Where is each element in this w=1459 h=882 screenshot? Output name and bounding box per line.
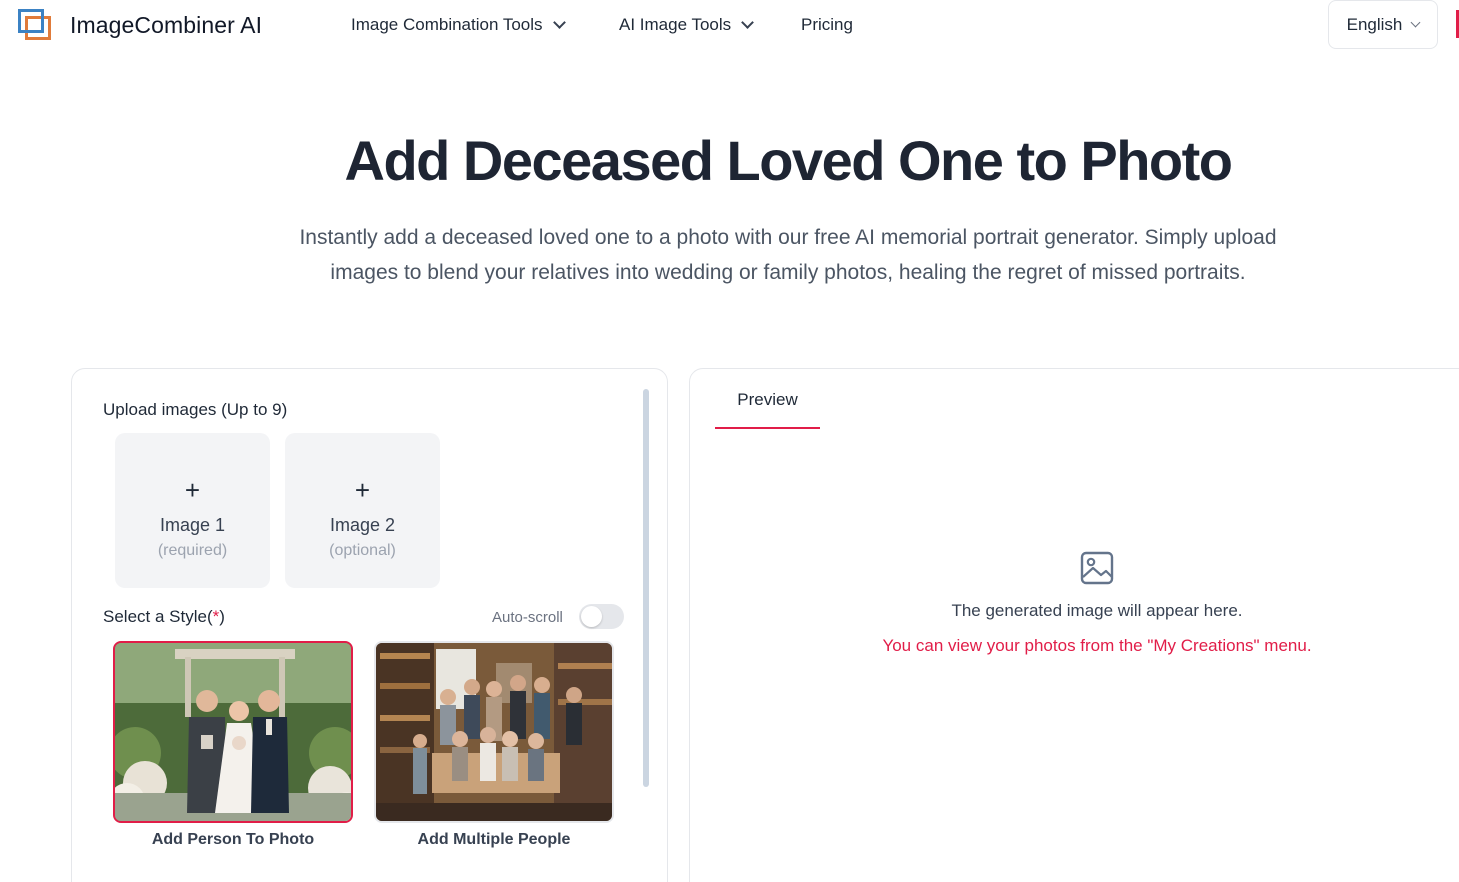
- family-photo-thumbnail: [376, 643, 612, 821]
- nav-label: Image Combination Tools: [351, 15, 543, 34]
- page-title: Add Deceased Loved One to Photo: [344, 129, 1233, 192]
- brand-name[interactable]: ImageCombiner AI: [70, 12, 262, 39]
- language-selector[interactable]: English: [1328, 0, 1438, 49]
- style-caption: Add Person To Photo: [151, 831, 315, 848]
- nav-label: Pricing: [801, 15, 853, 34]
- logo-icon[interactable]: [18, 9, 52, 41]
- wedding-photo-thumbnail: [115, 643, 351, 821]
- toggle-knob: [581, 606, 602, 627]
- style-caption: Add Multiple People: [417, 831, 571, 848]
- slot-note: (required): [157, 542, 228, 559]
- slot-name: Image 2: [329, 515, 396, 535]
- my-creations-hint: You can view your photos from the "My Cr…: [882, 636, 1312, 655]
- autoscroll-label: Auto-scroll: [492, 609, 563, 626]
- tab-preview[interactable]: Preview: [715, 389, 820, 429]
- nav-ai-image-tools[interactable]: AI Image Tools: [619, 15, 755, 35]
- style-card-add-person[interactable]: [113, 641, 353, 823]
- panel-scrollbar[interactable]: [643, 389, 649, 787]
- style-label: Select a Style(*): [103, 607, 225, 626]
- page-subtitle: Instantly add a deceased loved one to a …: [250, 220, 1326, 290]
- image-placeholder-icon: [1080, 551, 1114, 585]
- slot-name: Image 1: [159, 515, 226, 535]
- slot-note: (optional): [329, 542, 396, 559]
- tab-active-indicator: [715, 427, 820, 429]
- input-panel: Upload images (Up to 9) + Image 1 (requi…: [71, 368, 668, 882]
- top-navbar: ImageCombiner AI Image Combination Tools…: [0, 0, 1459, 52]
- subtitle-line-2: images to blend your relatives into wedd…: [330, 261, 1246, 284]
- style-card-add-multiple[interactable]: [374, 641, 614, 823]
- nav-image-combination-tools[interactable]: Image Combination Tools: [351, 15, 566, 35]
- plus-icon: +: [354, 475, 371, 505]
- nav-label: AI Image Tools: [619, 15, 732, 34]
- upload-label: Upload images (Up to 9): [103, 400, 288, 419]
- autoscroll-toggle[interactable]: [579, 604, 624, 629]
- chevron-down-icon: [741, 16, 755, 29]
- subtitle-line-1: Instantly add a deceased loved one to a …: [299, 226, 1277, 249]
- chevron-down-icon: [1410, 17, 1421, 27]
- upload-slot-image-1[interactable]: + Image 1 (required): [115, 433, 270, 588]
- nav-pricing[interactable]: Pricing: [801, 15, 853, 35]
- chevron-down-icon: [552, 16, 566, 29]
- language-label: English: [1346, 14, 1403, 34]
- upload-slot-image-2[interactable]: + Image 2 (optional): [285, 433, 440, 588]
- preview-empty-message: The generated image will appear here.: [951, 601, 1243, 620]
- preview-panel: Preview The generated image will appear …: [689, 368, 1459, 882]
- plus-icon: +: [184, 475, 201, 505]
